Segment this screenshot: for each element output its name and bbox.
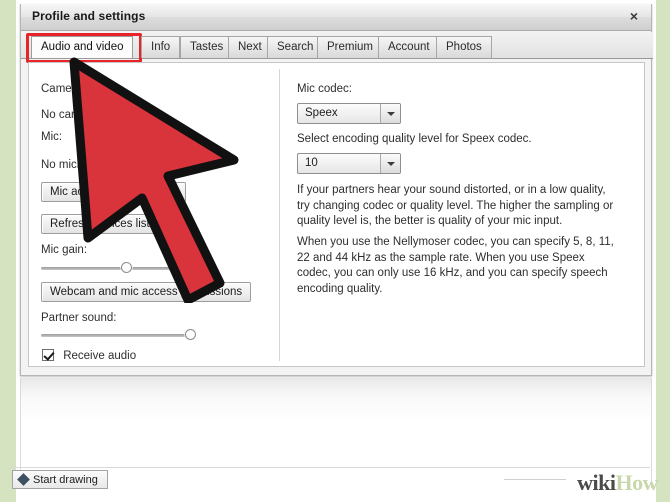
partner-sound-slider[interactable]	[41, 328, 196, 342]
mic-codec-label: Mic codec:	[297, 83, 352, 95]
watermark-rule	[504, 479, 566, 480]
tab-next[interactable]: Next	[228, 36, 272, 58]
watermark-wiki: wiki	[577, 470, 616, 495]
tab-label: Premium	[327, 41, 374, 53]
tab-label: Photos	[446, 41, 482, 53]
camera-status-text: No camera found	[41, 109, 130, 121]
tab-search[interactable]: Search	[267, 36, 324, 58]
audio-video-settings-panel: Camera: No camera found Mic: No micropho…	[28, 62, 645, 367]
page-root: Profile and settings × Audio and video I…	[0, 0, 670, 502]
receive-audio-checkbox[interactable]	[42, 349, 54, 361]
dropdown-value: Speex	[305, 107, 338, 119]
tab-label: Next	[238, 41, 262, 53]
codec-help-paragraph-1: If your partners hear your sound distort…	[297, 184, 614, 227]
tab-label: Tastes	[190, 41, 224, 53]
quality-level-dropdown[interactable]: 10	[297, 153, 401, 174]
tab-label: Search	[277, 41, 314, 53]
webcam-mic-permissions-button[interactable]: Webcam and mic access permissions	[41, 282, 252, 302]
tab-tastes[interactable]: Tastes	[180, 36, 234, 58]
close-icon[interactable]: ×	[625, 8, 643, 26]
lower-white-area	[20, 378, 652, 488]
slider-thumb[interactable]	[184, 329, 196, 340]
receive-audio-row[interactable]: Receive audio	[42, 349, 136, 362]
tab-info[interactable]: Info	[141, 36, 181, 58]
slider-track	[41, 267, 196, 270]
tab-account[interactable]: Account	[378, 36, 440, 58]
tab-photos[interactable]: Photos	[436, 36, 492, 58]
mic-label: Mic:	[41, 131, 63, 143]
mic-activity-level-button[interactable]: Mic activity level and test	[41, 182, 187, 202]
start-drawing-button[interactable]: Start drawing	[12, 470, 108, 489]
mic-status-text: No microphone found	[41, 159, 151, 171]
camera-label: Camera:	[41, 83, 86, 95]
refresh-devices-list-button[interactable]: Refresh devices list	[41, 214, 159, 234]
receive-audio-label: Receive audio	[63, 350, 137, 362]
tab-label: Info	[151, 41, 171, 53]
window-titlebar: Profile and settings ×	[21, 4, 651, 31]
window-title: Profile and settings	[32, 9, 146, 23]
quality-hint-text: Select encoding quality level for Speex …	[297, 133, 532, 145]
watermark-how: How	[615, 470, 659, 495]
tab-strip: Audio and video Info Tastes Next Search …	[21, 32, 653, 63]
partner-sound-label: Partner sound:	[41, 312, 117, 324]
tab-label: Audio and video	[41, 41, 124, 53]
chevron-down-icon[interactable]	[380, 104, 400, 123]
codec-help-paragraph-2: When you use the Nellymoser codec, you c…	[297, 236, 614, 295]
start-drawing-label: Start drawing	[33, 474, 98, 486]
dropdown-value: 10	[305, 157, 318, 169]
footer-divider	[10, 467, 650, 468]
slider-thumb[interactable]	[121, 262, 133, 273]
mic-gain-slider[interactable]	[41, 261, 196, 275]
tab-audio-and-video[interactable]: Audio and video	[26, 33, 142, 63]
mic-codec-dropdown[interactable]: Speex	[297, 103, 401, 124]
tab-premium[interactable]: Premium	[317, 36, 384, 58]
profile-settings-window: Profile and settings × Audio and video I…	[20, 4, 653, 376]
mic-gain-label: Mic gain:	[41, 244, 88, 256]
column-divider	[279, 69, 280, 361]
chevron-down-icon[interactable]	[380, 154, 400, 173]
slider-track	[41, 334, 196, 337]
tab-label: Account	[388, 41, 430, 53]
diamond-icon	[17, 473, 30, 486]
wikihow-watermark: wikiHow	[577, 470, 658, 496]
